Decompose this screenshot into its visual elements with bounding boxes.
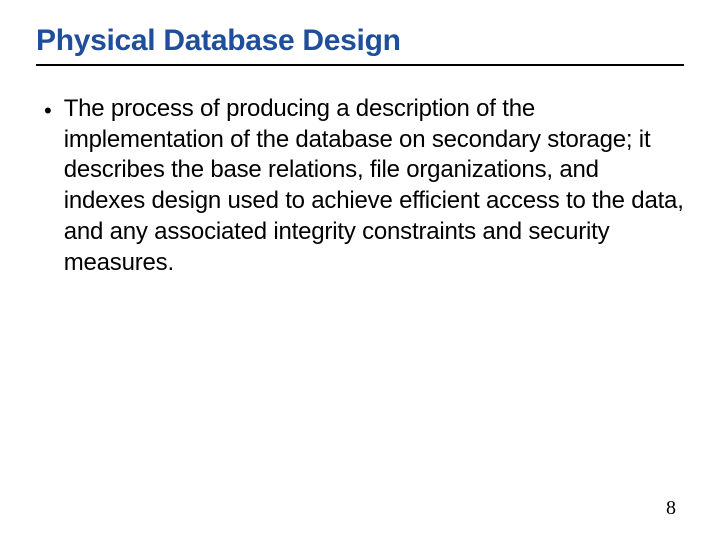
bullet-marker-icon: •: [44, 95, 52, 127]
slide-content: • The process of producing a description…: [36, 94, 684, 278]
bullet-item: • The process of producing a description…: [44, 94, 684, 278]
bullet-text: The process of producing a description o…: [64, 94, 684, 278]
slide-container: Physical Database Design • The process o…: [0, 0, 720, 540]
slide-title: Physical Database Design: [36, 24, 684, 66]
page-number: 8: [666, 497, 676, 520]
